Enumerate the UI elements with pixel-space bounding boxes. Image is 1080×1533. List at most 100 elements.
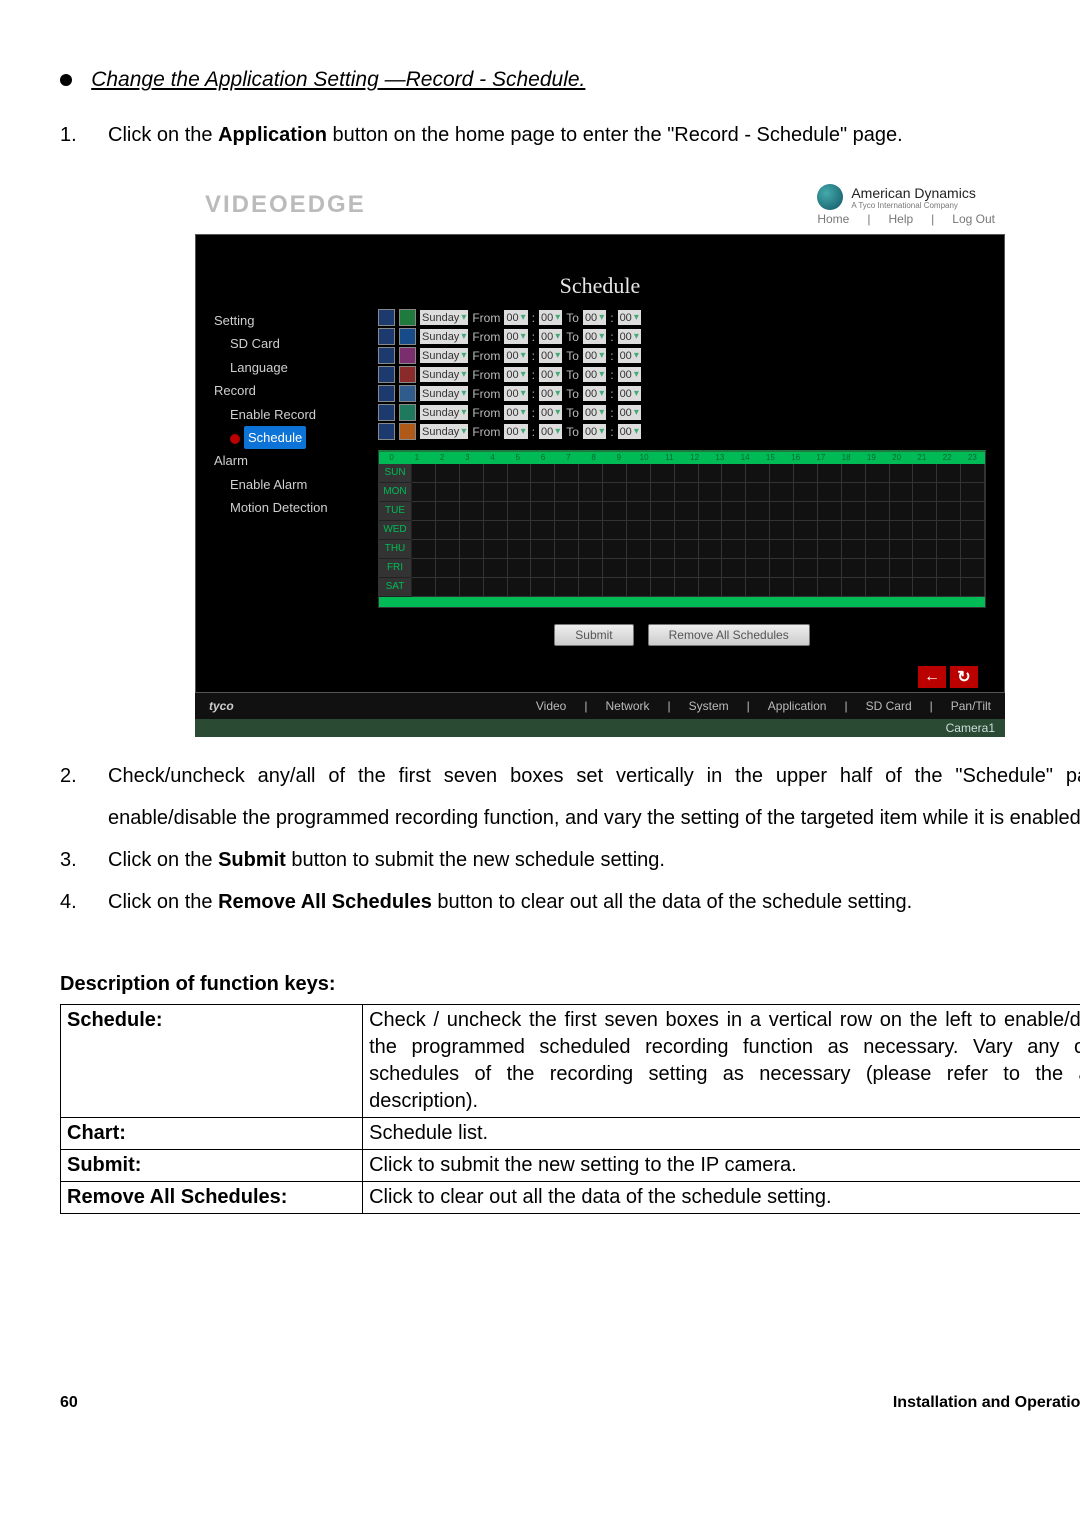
chart-cell[interactable] — [603, 483, 627, 502]
chart-cell[interactable] — [699, 578, 723, 597]
chart-cell[interactable] — [913, 540, 937, 559]
chart-cell[interactable] — [508, 540, 532, 559]
chart-cell[interactable] — [460, 502, 484, 521]
chart-cell[interactable] — [961, 540, 985, 559]
chart-cell[interactable] — [675, 578, 699, 597]
chart-cell[interactable] — [699, 502, 723, 521]
chart-cell[interactable] — [890, 464, 914, 483]
chart-cell[interactable] — [818, 483, 842, 502]
chart-cell[interactable] — [555, 559, 579, 578]
chart-cell[interactable] — [746, 483, 770, 502]
chart-cell[interactable] — [722, 578, 746, 597]
day-select[interactable]: Sunday▾ — [420, 310, 468, 325]
chart-cell[interactable] — [961, 483, 985, 502]
chart-cell[interactable] — [937, 559, 961, 578]
enable-checkbox[interactable] — [378, 309, 395, 326]
chart-cell[interactable] — [866, 483, 890, 502]
chart-cell[interactable] — [842, 578, 866, 597]
chart-cell[interactable] — [866, 540, 890, 559]
chart-cell[interactable] — [651, 578, 675, 597]
chart-cell[interactable] — [603, 502, 627, 521]
chart-cell[interactable] — [961, 464, 985, 483]
nav-network[interactable]: Network — [605, 699, 649, 713]
chart-cell[interactable] — [579, 540, 603, 559]
chart-cell[interactable] — [484, 559, 508, 578]
chart-cell[interactable] — [866, 521, 890, 540]
chart-cell[interactable] — [770, 540, 794, 559]
chart-cell[interactable] — [508, 578, 532, 597]
chart-cell[interactable] — [412, 559, 436, 578]
sidebar-alarm[interactable]: Alarm — [214, 449, 364, 472]
link-help[interactable]: Help — [888, 212, 913, 226]
chart-cell[interactable] — [913, 464, 937, 483]
chart-cell[interactable] — [579, 464, 603, 483]
chart-cell[interactable] — [627, 521, 651, 540]
submit-button[interactable]: Submit — [554, 624, 633, 646]
chart-cell[interactable] — [794, 578, 818, 597]
chart-cell[interactable] — [818, 559, 842, 578]
chart-cell[interactable] — [890, 521, 914, 540]
nav-system[interactable]: System — [689, 699, 729, 713]
chart-cell[interactable] — [961, 502, 985, 521]
chart-cell[interactable] — [531, 578, 555, 597]
back-icon[interactable]: ← — [918, 666, 946, 688]
chart-cell[interactable] — [937, 502, 961, 521]
chart-cell[interactable] — [746, 540, 770, 559]
chart-cell[interactable] — [555, 578, 579, 597]
sidebar-setting[interactable]: Setting — [214, 309, 364, 332]
nav-sdcard[interactable]: SD Card — [866, 699, 912, 713]
chart-cell[interactable] — [818, 521, 842, 540]
chart-cell[interactable] — [722, 521, 746, 540]
chart-cell[interactable] — [961, 578, 985, 597]
chart-cell[interactable] — [699, 559, 723, 578]
chart-cell[interactable] — [579, 578, 603, 597]
chart-cell[interactable] — [913, 521, 937, 540]
chart-cell[interactable] — [722, 483, 746, 502]
chart-cell[interactable] — [412, 502, 436, 521]
chart-cell[interactable] — [460, 464, 484, 483]
chart-cell[interactable] — [603, 578, 627, 597]
hour-select[interactable]: 00▾ — [583, 310, 606, 325]
chart-cell[interactable] — [531, 502, 555, 521]
chart-cell[interactable] — [603, 521, 627, 540]
chart-cell[interactable] — [436, 502, 460, 521]
nav-pantilt[interactable]: Pan/Tilt — [951, 699, 991, 713]
chart-cell[interactable] — [961, 559, 985, 578]
chart-cell[interactable] — [699, 540, 723, 559]
chart-cell[interactable] — [627, 559, 651, 578]
chart-cell[interactable] — [937, 540, 961, 559]
chart-cell[interactable] — [484, 540, 508, 559]
chart-cell[interactable] — [460, 559, 484, 578]
chart-cell[interactable] — [603, 464, 627, 483]
chart-cell[interactable] — [484, 502, 508, 521]
chart-cell[interactable] — [436, 540, 460, 559]
chart-cell[interactable] — [555, 464, 579, 483]
chart-cell[interactable] — [484, 483, 508, 502]
chart-cell[interactable] — [746, 559, 770, 578]
chart-cell[interactable] — [722, 502, 746, 521]
chart-cell[interactable] — [746, 464, 770, 483]
chart-cell[interactable] — [555, 521, 579, 540]
chart-cell[interactable] — [699, 464, 723, 483]
chart-cell[interactable] — [794, 502, 818, 521]
chart-cell[interactable] — [484, 521, 508, 540]
chart-cell[interactable] — [842, 502, 866, 521]
chart-cell[interactable] — [651, 559, 675, 578]
chart-cell[interactable] — [579, 483, 603, 502]
chart-cell[interactable] — [818, 464, 842, 483]
chart-cell[interactable] — [890, 559, 914, 578]
sidebar-sdcard[interactable]: SD Card — [230, 332, 364, 355]
chart-cell[interactable] — [794, 464, 818, 483]
chart-cell[interactable] — [436, 521, 460, 540]
chart-cell[interactable] — [675, 540, 699, 559]
chart-cell[interactable] — [746, 502, 770, 521]
chart-cell[interactable] — [460, 483, 484, 502]
chart-cell[interactable] — [436, 464, 460, 483]
chart-cell[interactable] — [675, 559, 699, 578]
chart-cell[interactable] — [913, 578, 937, 597]
chart-cell[interactable] — [937, 483, 961, 502]
chart-cell[interactable] — [937, 578, 961, 597]
link-logout[interactable]: Log Out — [952, 212, 995, 226]
chart-cell[interactable] — [866, 578, 890, 597]
chart-cell[interactable] — [436, 483, 460, 502]
